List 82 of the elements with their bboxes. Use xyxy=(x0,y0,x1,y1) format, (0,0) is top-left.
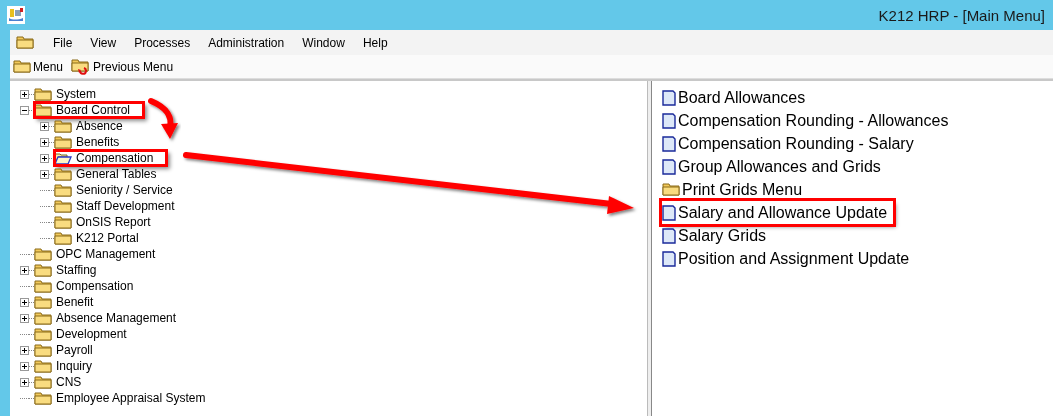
toolbar-button[interactable]: Previous Menu xyxy=(68,58,177,75)
document-icon xyxy=(662,227,676,244)
folder-icon xyxy=(34,343,52,357)
folder-icon xyxy=(54,119,72,133)
folder-icon xyxy=(34,359,52,373)
folder-icon xyxy=(34,279,52,293)
tree-item[interactable]: Employee Appraisal System xyxy=(34,390,210,406)
tree-item[interactable]: Compensation xyxy=(34,278,138,294)
list-item[interactable]: Position and Assignment Update xyxy=(662,247,916,270)
folder-icon xyxy=(34,327,52,341)
tree-item[interactable]: CNS xyxy=(34,374,86,390)
folder-icon xyxy=(34,263,52,277)
folder-icon xyxy=(34,247,52,261)
expand-icon[interactable] xyxy=(20,297,29,307)
menu-item[interactable]: File xyxy=(44,35,82,50)
tree-item[interactable]: Staff Development xyxy=(54,198,179,214)
folder-icon xyxy=(54,199,72,213)
tree-item[interactable]: System xyxy=(34,86,100,102)
document-icon xyxy=(662,112,676,129)
expand-icon[interactable] xyxy=(20,361,29,371)
folder-icon xyxy=(13,60,31,73)
list-item[interactable]: Salary and Allowance Update xyxy=(662,201,894,224)
tree-item[interactable]: Absence xyxy=(54,118,127,134)
open-folder-icon xyxy=(54,151,72,165)
tree-item[interactable]: Benefit xyxy=(34,294,98,310)
tree-item[interactable]: Staffing xyxy=(34,262,101,278)
list-item[interactable]: Group Allowances and Grids xyxy=(662,155,887,178)
callout-arrow xyxy=(148,98,178,139)
tree-item[interactable]: General Tables xyxy=(54,166,161,182)
tree-item[interactable]: OPC Management xyxy=(34,246,160,262)
menu-item[interactable]: Administration xyxy=(199,35,294,50)
expand-icon[interactable] xyxy=(40,137,49,147)
tree-item[interactable]: Absence Management xyxy=(34,310,181,326)
menu-item[interactable]: Processes xyxy=(125,35,200,50)
folder-icon xyxy=(34,311,52,325)
document-icon xyxy=(662,89,676,106)
expand-icon[interactable] xyxy=(40,153,49,163)
tree-item[interactable]: Board Control xyxy=(34,102,145,118)
document-icon xyxy=(662,250,676,267)
folder-back-icon xyxy=(71,58,92,75)
document-icon xyxy=(662,158,676,175)
folder-icon xyxy=(34,375,52,389)
menu-item[interactable]: Help xyxy=(353,35,397,50)
tree-item[interactable]: Benefits xyxy=(54,134,124,150)
expand-icon[interactable] xyxy=(20,377,29,387)
app-logo-icon xyxy=(7,6,25,24)
folder-icon xyxy=(54,231,72,245)
tree-item[interactable]: OnSIS Report xyxy=(54,214,155,230)
list-item[interactable]: Compensation Rounding - Allowances xyxy=(662,109,955,132)
menu-item[interactable]: View xyxy=(81,35,126,50)
folder-icon xyxy=(662,183,680,196)
expand-icon[interactable] xyxy=(20,345,29,355)
document-icon xyxy=(662,204,676,221)
folder-icon xyxy=(34,295,52,309)
tree-item[interactable]: Development xyxy=(34,326,131,342)
tree-item[interactable]: Compensation xyxy=(54,150,168,166)
folder-icon xyxy=(54,215,72,229)
document-icon xyxy=(662,135,676,152)
folder-icon xyxy=(34,87,52,101)
tree-item[interactable]: Seniority / Service xyxy=(54,182,177,198)
expand-icon[interactable] xyxy=(40,121,49,131)
menu-item[interactable]: Window xyxy=(293,35,354,50)
expand-icon[interactable] xyxy=(20,89,29,99)
toolbar-button[interactable]: Menu xyxy=(10,59,67,74)
list-item[interactable]: Board Allowances xyxy=(662,86,812,109)
expand-icon[interactable] xyxy=(40,169,49,179)
expand-icon[interactable] xyxy=(20,313,29,323)
list-item[interactable]: Salary Grids xyxy=(662,224,773,247)
folder-icon xyxy=(34,103,52,117)
list-item[interactable]: Compensation Rounding - Salary xyxy=(662,132,920,155)
collapse-icon[interactable] xyxy=(20,105,29,115)
list-item[interactable]: Print Grids Menu xyxy=(662,178,809,201)
folder-icon xyxy=(34,391,52,405)
folder-icon xyxy=(54,167,72,181)
tree-item[interactable]: Inquiry xyxy=(34,358,97,374)
tree-item[interactable]: Payroll xyxy=(34,342,97,358)
folder-icon xyxy=(16,36,34,49)
folder-icon xyxy=(54,183,72,197)
tree-item[interactable]: K212 Portal xyxy=(54,230,143,246)
folder-icon xyxy=(54,135,72,149)
window-title: K212 HRP - [Main Menu] xyxy=(878,6,1045,24)
expand-icon[interactable] xyxy=(20,265,29,275)
